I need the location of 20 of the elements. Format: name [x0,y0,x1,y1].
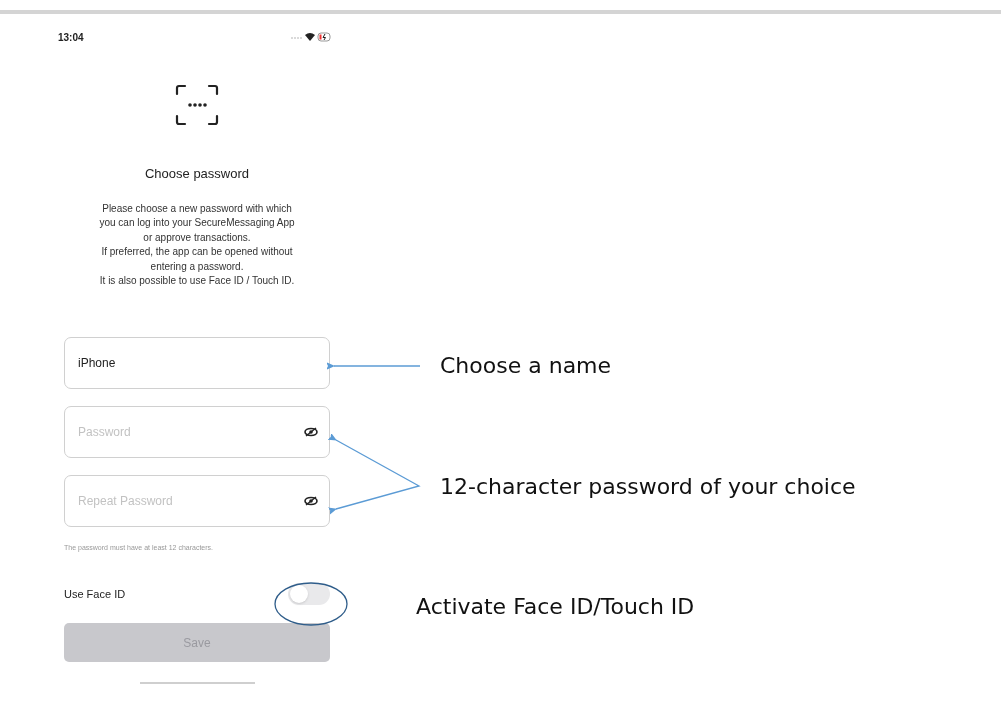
face-id-toggle[interactable] [288,583,330,605]
description-line: you can log into your SecureMessaging App [99,216,295,230]
password-scan-icon [175,84,219,126]
screen-title: Choose password [143,165,251,183]
annotation-text: Activate Face ID/Touch ID [416,593,695,621]
eye-icon[interactable] [304,426,318,437]
status-icons [290,32,332,42]
eye-icon[interactable] [304,495,318,506]
password-field[interactable]: Password [64,405,330,458]
password-field[interactable]: Repeat Password [64,474,330,527]
face-id-label: Use Face ID [64,586,126,602]
description-line: or approve transactions. [143,230,251,245]
annotation-text: Choose a name [440,352,612,380]
status-time: 13:04 [58,30,84,45]
description-line: It is also possible to use Face ID / Touch ID. [99,274,295,288]
description-line: If preferred, the app can be opened without [101,245,293,259]
name-field[interactable]: iPhone [64,336,330,389]
description-line: Please choose a new password with which [102,201,292,216]
annotation-text: 12-character password of your choice [440,473,856,501]
description-line: entering a password. [150,259,244,274]
